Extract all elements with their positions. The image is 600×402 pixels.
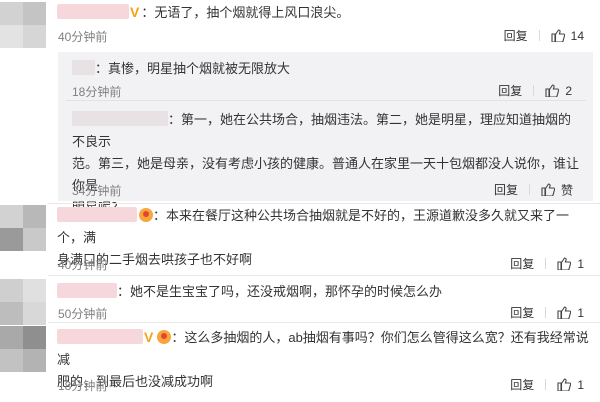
comment-1: V ：无语了，抽个烟就得上风口浪尖。 40分钟前 回复 14: [0, 0, 600, 48]
reply-button[interactable]: 回复: [498, 84, 522, 98]
comment-text: ：她不是生宝宝了吗，还没戒烟啊，那怀孕的时候怎么办: [117, 284, 443, 299]
divider: [48, 203, 600, 204]
comment-time: 40分钟前: [58, 30, 108, 44]
like-count: 14: [570, 28, 584, 43]
reply-text: ：真惨，明星抽个烟就被无限放大: [95, 61, 291, 76]
reply-button[interactable]: 回复: [494, 183, 518, 197]
comment-actions: 回复 14: [504, 27, 584, 44]
member-badge-icon: [157, 330, 172, 344]
avatar[interactable]: [0, 2, 46, 48]
verified-badge-icon: V: [144, 329, 154, 345]
comment-actions: 回复 1: [510, 304, 584, 321]
like-count: 2: [565, 83, 572, 98]
divider: [48, 322, 600, 323]
comment-actions: 回复 1: [510, 255, 584, 272]
comment-3: ：她不是生宝宝了吗，还没戒烟啊，那怀孕的时候怎么办 50分钟前 回复 1: [0, 279, 600, 325]
reply-1: ：真惨，明星抽个烟就被无限放大 18分钟前 回复 2: [0, 56, 600, 101]
like-count: 1: [577, 305, 584, 320]
avatar[interactable]: [0, 279, 46, 325]
comment-4: V ：这么多抽烟的人，ab抽烟有事吗？你们怎么管得这么宽？还有我经常说减 肥的，到…: [0, 326, 600, 402]
like-button[interactable]: 1: [557, 305, 584, 320]
reply-time: 18分钟前: [72, 85, 122, 99]
comment-actions: 回复 1: [510, 376, 584, 393]
reply-button[interactable]: 回复: [504, 29, 528, 43]
username-redacted[interactable]: [72, 60, 95, 75]
like-button[interactable]: 2: [545, 83, 572, 98]
thumbs-up-icon: [541, 183, 555, 196]
like-count: 赞: [560, 183, 573, 197]
divider: [48, 275, 600, 276]
like-count: 1: [577, 256, 584, 271]
like-button[interactable]: 1: [557, 377, 584, 392]
reply-actions: 回复 2: [498, 82, 572, 99]
username-redacted[interactable]: [57, 329, 143, 344]
member-badge-icon: [139, 208, 153, 222]
verified-badge-icon: V: [130, 4, 140, 20]
comment-text: ：无语了，抽个烟就得上风口浪尖。: [141, 5, 350, 20]
username-redacted[interactable]: [57, 4, 129, 19]
avatar[interactable]: [0, 205, 46, 251]
username-redacted[interactable]: [57, 207, 137, 222]
thumbs-up-icon: [557, 378, 572, 392]
comment-time: 18分钟前: [58, 379, 108, 393]
like-button[interactable]: 1: [557, 256, 584, 271]
reply-button[interactable]: 回复: [510, 378, 534, 392]
reply-time: 34分钟前: [72, 184, 122, 198]
reply-button[interactable]: 回复: [510, 306, 534, 320]
like-button[interactable]: 赞: [541, 182, 573, 197]
thumbs-up-icon: [551, 29, 565, 43]
comment-2: ：本来在餐厅这种公共场合抽烟就是不好的，王源道歉没多久就又来了一个，满 身满口的…: [0, 205, 600, 275]
reply-button[interactable]: 回复: [510, 257, 534, 271]
username-redacted[interactable]: [57, 283, 117, 298]
reply-2: ：第一，她在公共场合，抽烟违法。第二，她是明星，理应知道抽烟的不良示 范。第三，…: [0, 109, 600, 215]
like-button[interactable]: 14: [551, 28, 584, 43]
comment-time: 40分钟前: [58, 258, 108, 272]
avatar[interactable]: [0, 326, 46, 372]
comment-time: 50分钟前: [58, 307, 108, 321]
thumbs-up-icon: [557, 306, 572, 320]
thumbs-up-icon: [545, 84, 560, 98]
thumbs-up-icon: [557, 257, 572, 271]
username-redacted[interactable]: [72, 111, 168, 126]
reply-actions: 回复 赞: [494, 181, 573, 198]
like-count: 1: [577, 377, 584, 392]
